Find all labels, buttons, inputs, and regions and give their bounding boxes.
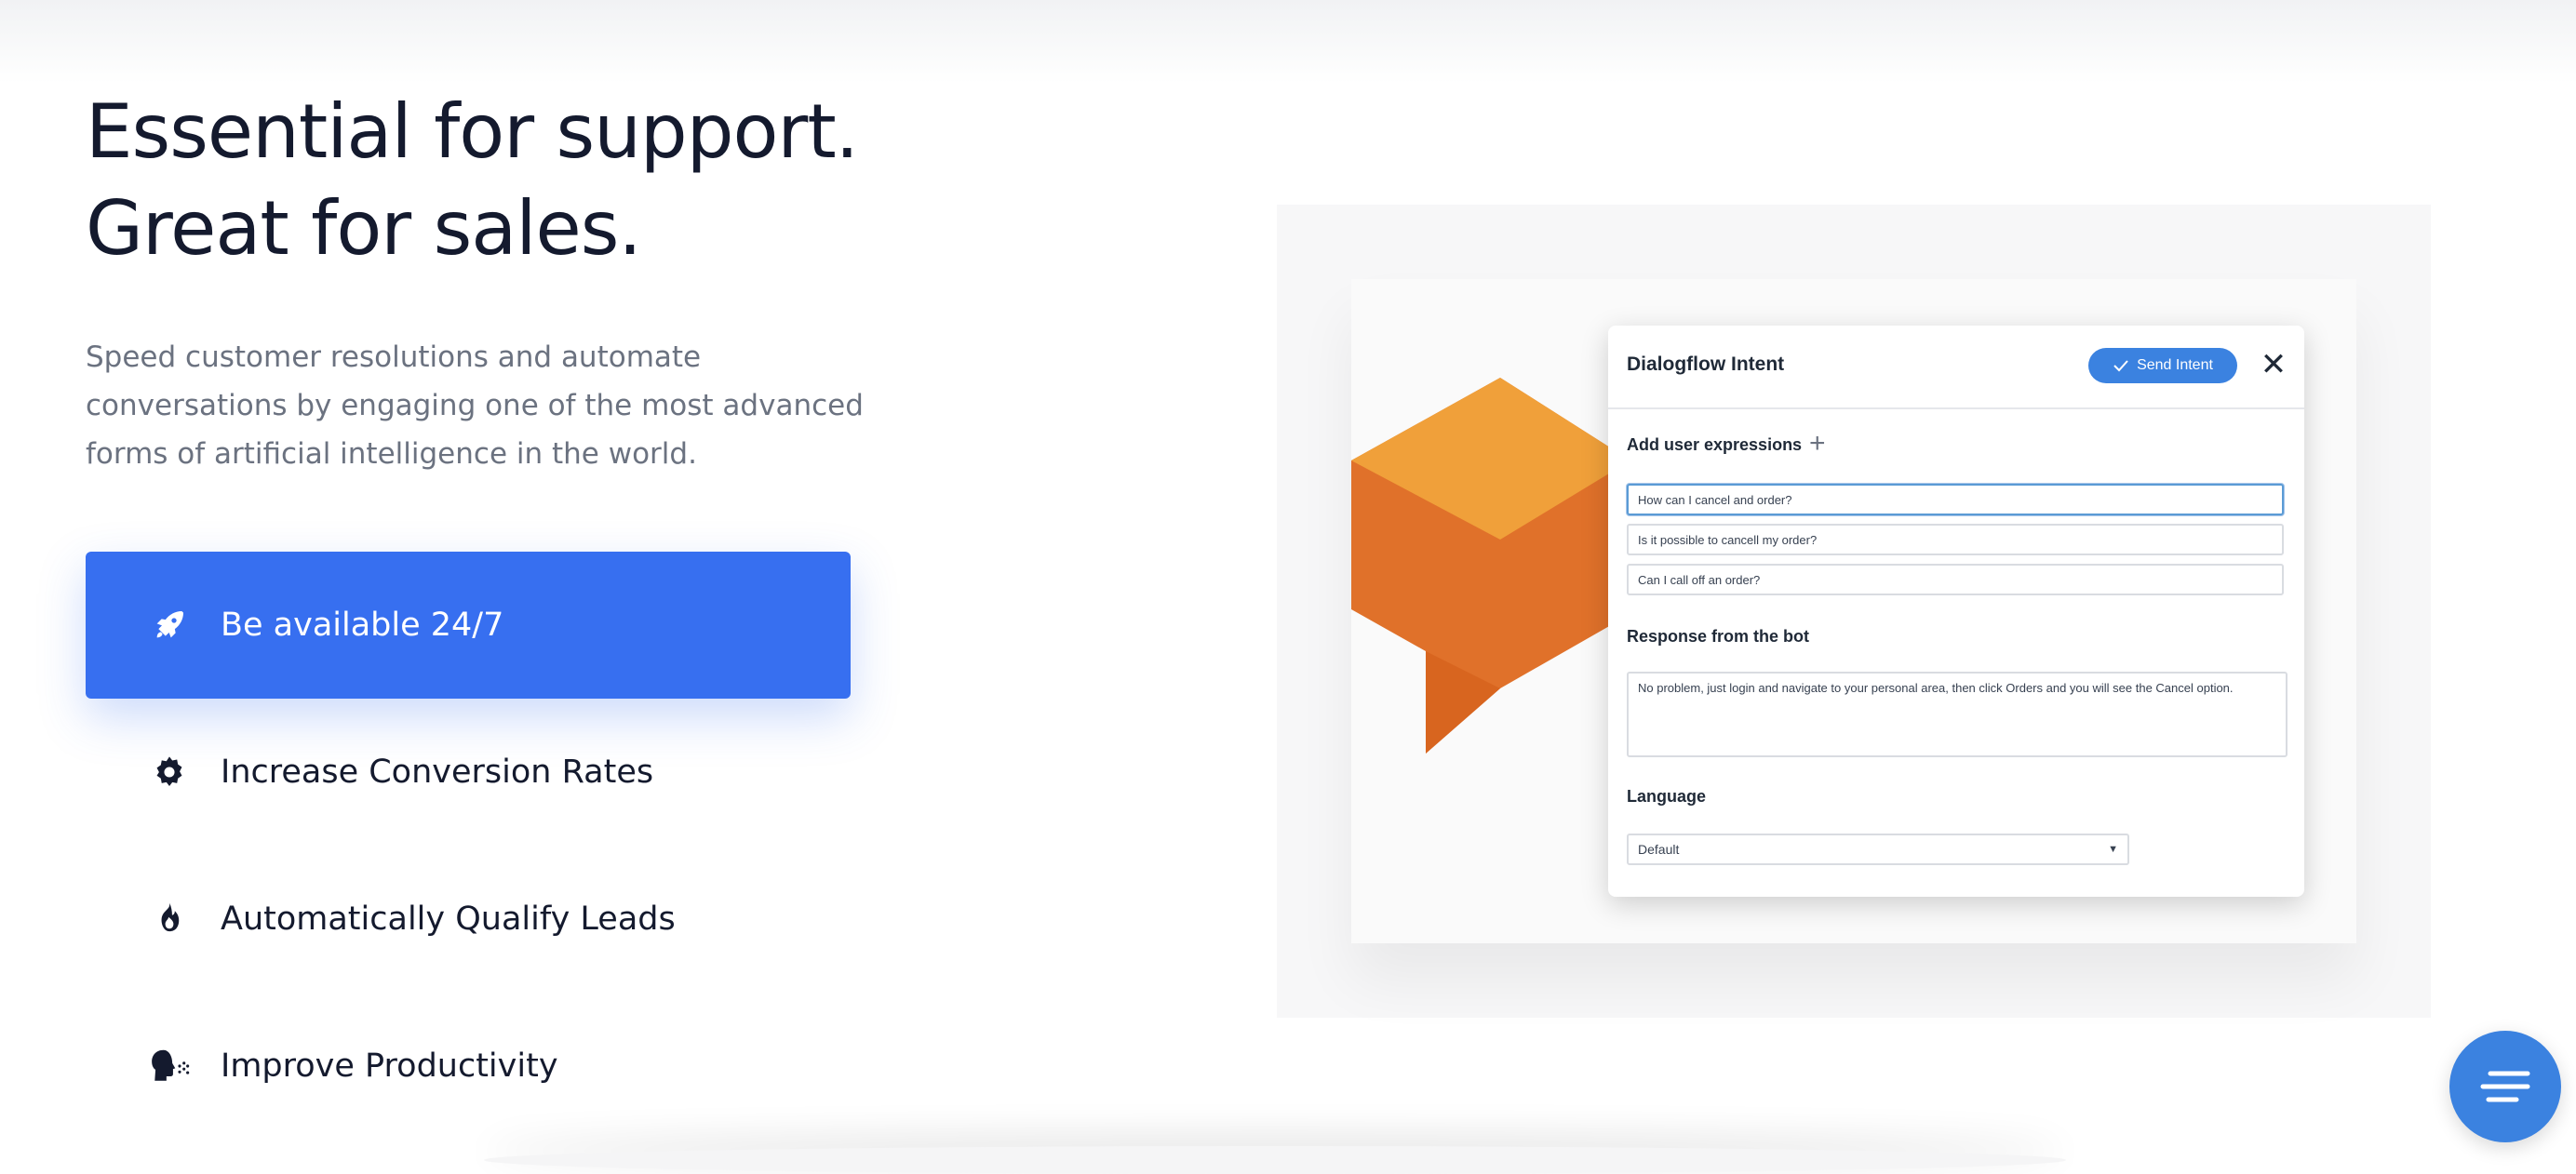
expression-input-1[interactable]: How can I cancel and order?: [1627, 484, 2284, 515]
flame-icon: [149, 899, 190, 940]
expression-input-3[interactable]: Can I call off an order?: [1627, 564, 2284, 595]
response-label: Response from the bot: [1627, 627, 1810, 646]
headline-line-2: Great for sales.: [86, 185, 642, 272]
chat-lines-icon: [2480, 1071, 2530, 1102]
language-select[interactable]: Default ▼: [1627, 834, 2129, 865]
hero-subtext: Speed customer resolutions and automate …: [86, 340, 864, 471]
dialog-header: Dialogflow Intent Send Intent ✕: [1608, 326, 2304, 409]
feature-label: Automatically Qualify Leads: [221, 901, 676, 938]
feature-increase-conversion[interactable]: Increase Conversion Rates: [86, 699, 851, 846]
language-value: Default: [1638, 842, 1680, 857]
top-fade: [0, 0, 2576, 84]
response-textarea[interactable]: No problem, just login and navigate to y…: [1627, 672, 2288, 757]
expression-input-2[interactable]: Is it possible to cancell my order?: [1627, 524, 2284, 555]
rocket-icon: [149, 605, 190, 646]
user-expressions-label: Add user expressions: [1627, 435, 1803, 454]
close-icon[interactable]: ✕: [2255, 346, 2292, 383]
send-intent-label: Send Intent: [2137, 357, 2213, 373]
dialogflow-intent-dialog: Dialogflow Intent Send Intent ✕ Add user…: [1608, 326, 2304, 897]
check-icon: [2113, 360, 2128, 372]
dialog-title: Dialogflow Intent: [1627, 354, 1785, 375]
feature-label: Increase Conversion Rates: [221, 754, 654, 791]
gear-icon: [149, 752, 190, 793]
headline-line-1: Essential for support.: [86, 88, 859, 175]
dialogflow-logo-icon: [1351, 378, 1630, 754]
feature-label: Be available 24/7: [221, 607, 504, 644]
add-expression-icon[interactable]: +: [1809, 428, 1826, 460]
dropdown-arrow-icon: ▼: [2108, 844, 2118, 855]
chat-launcher-button[interactable]: [2449, 1031, 2561, 1142]
language-label: Language: [1627, 787, 1707, 806]
feature-list: Be available 24/7 Increase Conversion Ra…: [86, 552, 851, 1140]
feature-improve-productivity[interactable]: Improve Productivity: [86, 993, 851, 1140]
talking-head-icon: [149, 1046, 190, 1087]
feature-label: Improve Productivity: [221, 1047, 558, 1085]
feature-qualify-leads[interactable]: Automatically Qualify Leads: [86, 846, 851, 993]
send-intent-button[interactable]: Send Intent: [2088, 348, 2237, 383]
bottom-panel-edge: [484, 1146, 2066, 1174]
feature-be-available[interactable]: Be available 24/7: [86, 552, 851, 699]
page-title: Essential for support. Great for sales.: [86, 84, 859, 277]
